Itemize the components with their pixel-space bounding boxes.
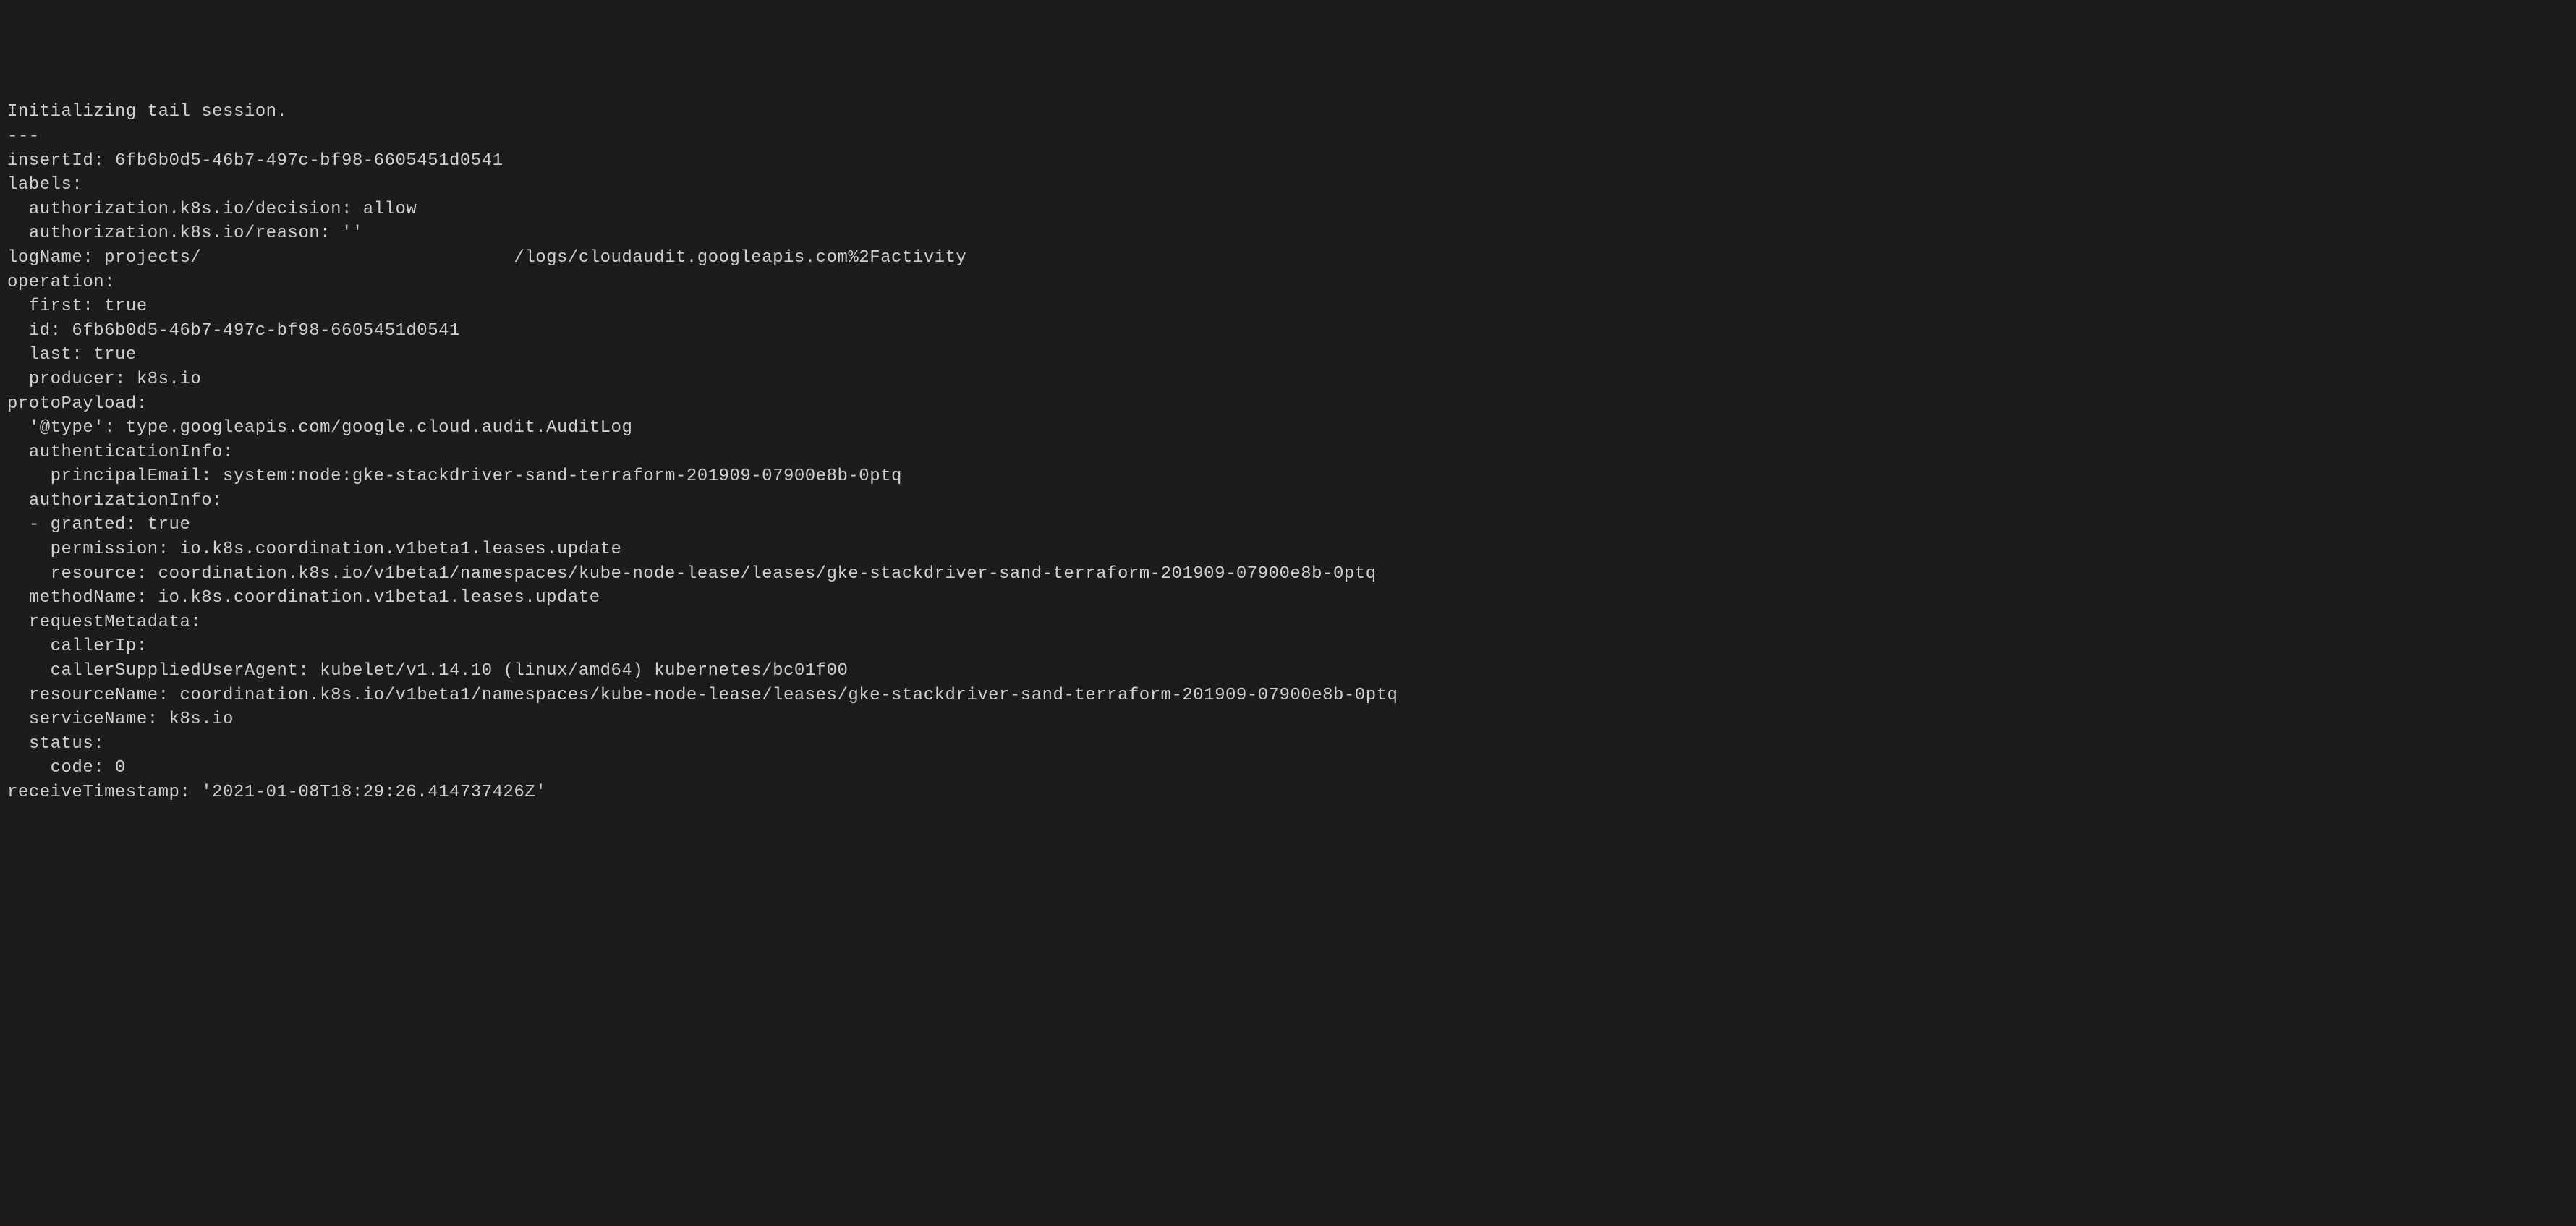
log-line: callerIp: xyxy=(7,637,148,656)
log-line: authenticationInfo: xyxy=(7,443,234,462)
log-line: id: 6fb6b0d5-46b7-497c-bf98-6605451d0541 xyxy=(7,321,460,341)
log-line: Initializing tail session. xyxy=(7,102,287,122)
log-line: authorization.k8s.io/decision: allow xyxy=(7,200,417,219)
log-line: --- xyxy=(7,127,40,146)
log-line: protoPayload: xyxy=(7,394,148,414)
log-line: requestMetadata: xyxy=(7,613,201,632)
log-line: resource: coordination.k8s.io/v1beta1/na… xyxy=(7,564,1377,584)
log-line: last: true xyxy=(7,345,137,365)
log-line: callerSuppliedUserAgent: kubelet/v1.14.1… xyxy=(7,661,848,681)
log-line: receiveTimestamp: '2021-01-08T18:29:26.4… xyxy=(7,783,546,802)
log-line: labels: xyxy=(7,175,82,195)
log-line: first: true xyxy=(7,297,148,316)
log-line: resourceName: coordination.k8s.io/v1beta… xyxy=(7,686,1398,705)
log-line: producer: k8s.io xyxy=(7,370,201,389)
log-line: authorizationInfo: xyxy=(7,491,223,511)
log-line: '@type': type.googleapis.com/google.clou… xyxy=(7,418,632,438)
log-line: code: 0 xyxy=(7,758,126,778)
log-line: status: xyxy=(7,734,104,754)
log-line: insertId: 6fb6b0d5-46b7-497c-bf98-660545… xyxy=(7,151,503,171)
log-line: operation: xyxy=(7,273,115,292)
log-line: - granted: true xyxy=(7,515,190,535)
log-line: logName: projects/ /logs/cloudaudit.goog… xyxy=(7,248,966,268)
log-line: serviceName: k8s.io xyxy=(7,710,234,729)
terminal-output[interactable]: Initializing tail session. --- insertId:… xyxy=(7,100,2569,804)
log-line: permission: io.k8s.coordination.v1beta1.… xyxy=(7,540,621,559)
log-line: authorization.k8s.io/reason: '' xyxy=(7,224,363,243)
log-line: principalEmail: system:node:gke-stackdri… xyxy=(7,467,902,486)
log-line: methodName: io.k8s.coordination.v1beta1.… xyxy=(7,588,600,608)
